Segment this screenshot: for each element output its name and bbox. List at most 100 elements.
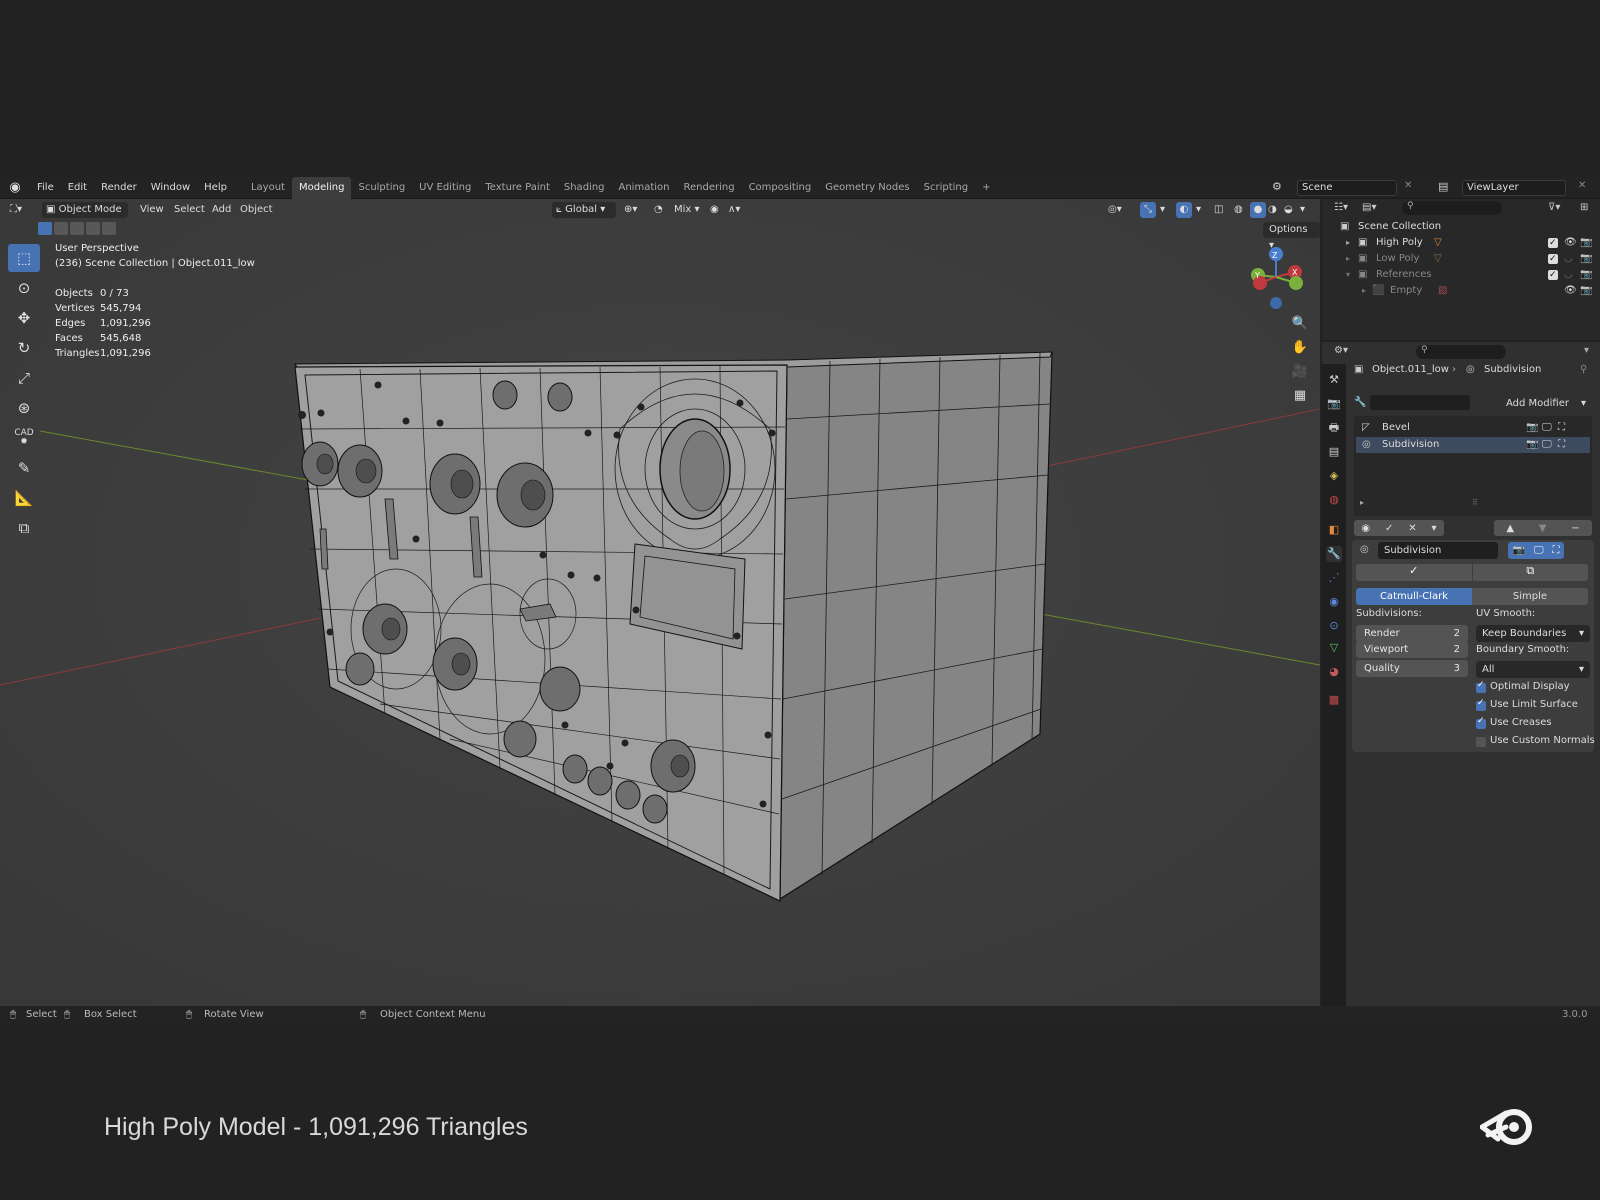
- 3d-viewport[interactable]: Z X Y ⛶▾ ▣ Object Mode ▾ View Select Add…: [0, 199, 1320, 1006]
- output-tab-icon[interactable]: 🖶: [1326, 420, 1342, 436]
- gizmo-toggle-icon[interactable]: ⤡: [1140, 202, 1156, 218]
- modifier-search-input[interactable]: [1370, 395, 1470, 410]
- tab-modeling[interactable]: Modeling: [291, 176, 352, 199]
- eye-closed-icon[interactable]: ◡: [1564, 251, 1573, 267]
- tab-shading[interactable]: Shading: [557, 177, 612, 199]
- editmode-toggle-icon[interactable]: ⛶: [1558, 420, 1565, 436]
- properties-search-input[interactable]: ⚲: [1416, 345, 1506, 359]
- render-toggle-icon[interactable]: 📷: [1526, 437, 1538, 453]
- viewport-toggle-icon[interactable]: 🖵: [1534, 545, 1544, 556]
- outliner-row-high-poly[interactable]: ▸ ▣ High Poly ▽ 👁 📷: [1322, 235, 1600, 251]
- snap-icon[interactable]: ◔: [654, 202, 663, 218]
- cursor-icon[interactable]: ⊙: [8, 274, 40, 302]
- tab-compositing[interactable]: Compositing: [742, 177, 819, 199]
- editor-type-icon[interactable]: ⛶▾: [10, 202, 22, 218]
- close-view-layer-icon[interactable]: ✕: [1578, 180, 1586, 191]
- tab-rendering[interactable]: Rendering: [676, 177, 741, 199]
- resize-handle-icon[interactable]: ⠿: [1472, 498, 1478, 507]
- close-scene-icon[interactable]: ✕: [1404, 180, 1412, 191]
- tab-scripting[interactable]: Scripting: [917, 177, 975, 199]
- options-dropdown[interactable]: Options ▾: [1263, 222, 1320, 251]
- render-camera-icon[interactable]: 📷: [1580, 235, 1592, 251]
- select-box-icon[interactable]: ⬚: [8, 244, 40, 272]
- expand-arrow-icon[interactable]: ▸: [1346, 251, 1350, 267]
- modifier-name-field[interactable]: Subdivision: [1378, 542, 1498, 559]
- list-expand-icon[interactable]: ▸: [1360, 498, 1364, 507]
- tab-catmull-clark[interactable]: Catmull-Clark: [1356, 588, 1472, 605]
- properties-editor-icon[interactable]: ⚙▾: [1334, 345, 1348, 356]
- tab-animation[interactable]: Animation: [612, 177, 677, 199]
- render-camera-icon[interactable]: 📷: [1580, 283, 1592, 299]
- copy-icon[interactable]: ⧉: [1473, 564, 1589, 581]
- use-creases-checkbox[interactable]: [1476, 716, 1486, 729]
- render-tab-icon[interactable]: 📷: [1326, 396, 1342, 412]
- add-cube-icon[interactable]: ⧉: [8, 514, 40, 542]
- render-toggle-icon[interactable]: 📷: [1512, 545, 1524, 556]
- blender-logo-icon[interactable]: ◉: [0, 180, 30, 195]
- uv-smooth-dropdown[interactable]: Keep Boundaries ▾: [1476, 625, 1590, 642]
- annotate-icon[interactable]: ✎: [8, 454, 40, 482]
- use-limit-surface-checkbox[interactable]: [1476, 698, 1486, 711]
- menu-object[interactable]: Object: [240, 202, 273, 218]
- cad-icon[interactable]: CAD ✹: [8, 424, 40, 452]
- menu-select[interactable]: Select: [174, 202, 205, 218]
- rotate-icon[interactable]: ↻: [8, 334, 40, 362]
- tab-sculpting[interactable]: Sculpting: [351, 177, 412, 199]
- view-layer-tab-icon[interactable]: ▤: [1326, 444, 1342, 460]
- tab-layout[interactable]: Layout: [244, 177, 292, 199]
- solid-shading-icon[interactable]: ●: [1250, 202, 1266, 218]
- view-layer-selector[interactable]: ViewLayer: [1462, 180, 1566, 196]
- render-levels-field[interactable]: Render 2: [1356, 625, 1468, 642]
- xray-icon[interactable]: ◫: [1214, 202, 1223, 218]
- material-shading-icon[interactable]: ◑: [1268, 202, 1277, 218]
- world-tab-icon[interactable]: ◍: [1326, 492, 1342, 508]
- move-icon[interactable]: ✥: [8, 304, 40, 332]
- exclude-checkbox[interactable]: [1548, 235, 1558, 251]
- wireframe-shading-icon[interactable]: ◍: [1234, 202, 1243, 218]
- material-tab-icon[interactable]: ◕: [1326, 664, 1342, 680]
- scene-tab-icon[interactable]: ◈: [1326, 468, 1342, 484]
- outliner-row-references[interactable]: ▾ ▣ References ◡ 📷: [1322, 267, 1600, 283]
- show-icon[interactable]: ◉: [1361, 523, 1370, 534]
- view-layer-icon[interactable]: ▤: [1438, 180, 1448, 193]
- optimal-display-checkbox[interactable]: [1476, 680, 1486, 693]
- exclude-checkbox[interactable]: [1548, 267, 1558, 283]
- editmode-toggle-icon[interactable]: ⛶: [1553, 545, 1560, 556]
- tab-uv-editing[interactable]: UV Editing: [412, 177, 478, 199]
- modifier-row-bevel[interactable]: ◸ Bevel 📷 🖵 ⛶: [1356, 420, 1590, 436]
- viewport-toggle-icon[interactable]: 🖵: [1542, 437, 1552, 453]
- menu-add[interactable]: Add: [212, 202, 231, 218]
- eye-closed-icon[interactable]: ◡: [1564, 267, 1573, 283]
- use-custom-normals-checkbox[interactable]: [1476, 737, 1486, 747]
- viewport-scene[interactable]: Z X Y: [0, 199, 1320, 1006]
- quality-field[interactable]: Quality 3: [1356, 660, 1468, 677]
- rendered-shading-icon[interactable]: ◒: [1284, 202, 1293, 218]
- more-icon[interactable]: ▾: [1432, 523, 1437, 534]
- overlays-dropdown-icon[interactable]: ▾: [1196, 202, 1201, 218]
- render-camera-icon[interactable]: 📷: [1580, 251, 1592, 267]
- texture-tab-icon[interactable]: ▩: [1326, 692, 1342, 708]
- remove-entry-icon[interactable]: −: [1571, 523, 1579, 534]
- snap-mode-dropdown[interactable]: Mix ▾: [674, 202, 700, 218]
- pan-hand-icon[interactable]: ✋: [1288, 337, 1312, 359]
- menu-help[interactable]: Help: [197, 177, 234, 199]
- measure-icon[interactable]: 📐: [8, 484, 40, 512]
- falloff-icon[interactable]: ∧▾: [728, 202, 740, 218]
- select-intersect-icon[interactable]: [102, 222, 116, 235]
- modifier-row-subdivision[interactable]: ◎ Subdivision 📷 🖵 ⛶: [1356, 437, 1590, 453]
- move-down-icon[interactable]: ▼: [1539, 523, 1547, 534]
- camera-view-icon[interactable]: 🎥: [1288, 361, 1312, 383]
- outliner-editor-icon[interactable]: ☷▾: [1334, 199, 1348, 217]
- zoom-icon[interactable]: 🔍: [1288, 313, 1312, 335]
- editmode-toggle-icon[interactable]: ⛶: [1558, 437, 1565, 453]
- move-up-icon[interactable]: ▲: [1506, 523, 1514, 534]
- menu-file[interactable]: File: [30, 177, 61, 199]
- outliner-search-input[interactable]: ⚲: [1402, 201, 1502, 215]
- tab-texture-paint[interactable]: Texture Paint: [478, 177, 557, 199]
- render-toggle-icon[interactable]: 📷: [1526, 420, 1538, 436]
- eye-icon[interactable]: 👁: [1564, 283, 1577, 299]
- properties-options-icon[interactable]: ▾: [1584, 345, 1589, 356]
- outliner-row-empty[interactable]: ▸ ⬛ Empty ▨ 👁 📷: [1322, 283, 1600, 299]
- render-camera-icon[interactable]: 📷: [1580, 267, 1592, 283]
- visibility-icon[interactable]: ◎▾: [1108, 202, 1122, 218]
